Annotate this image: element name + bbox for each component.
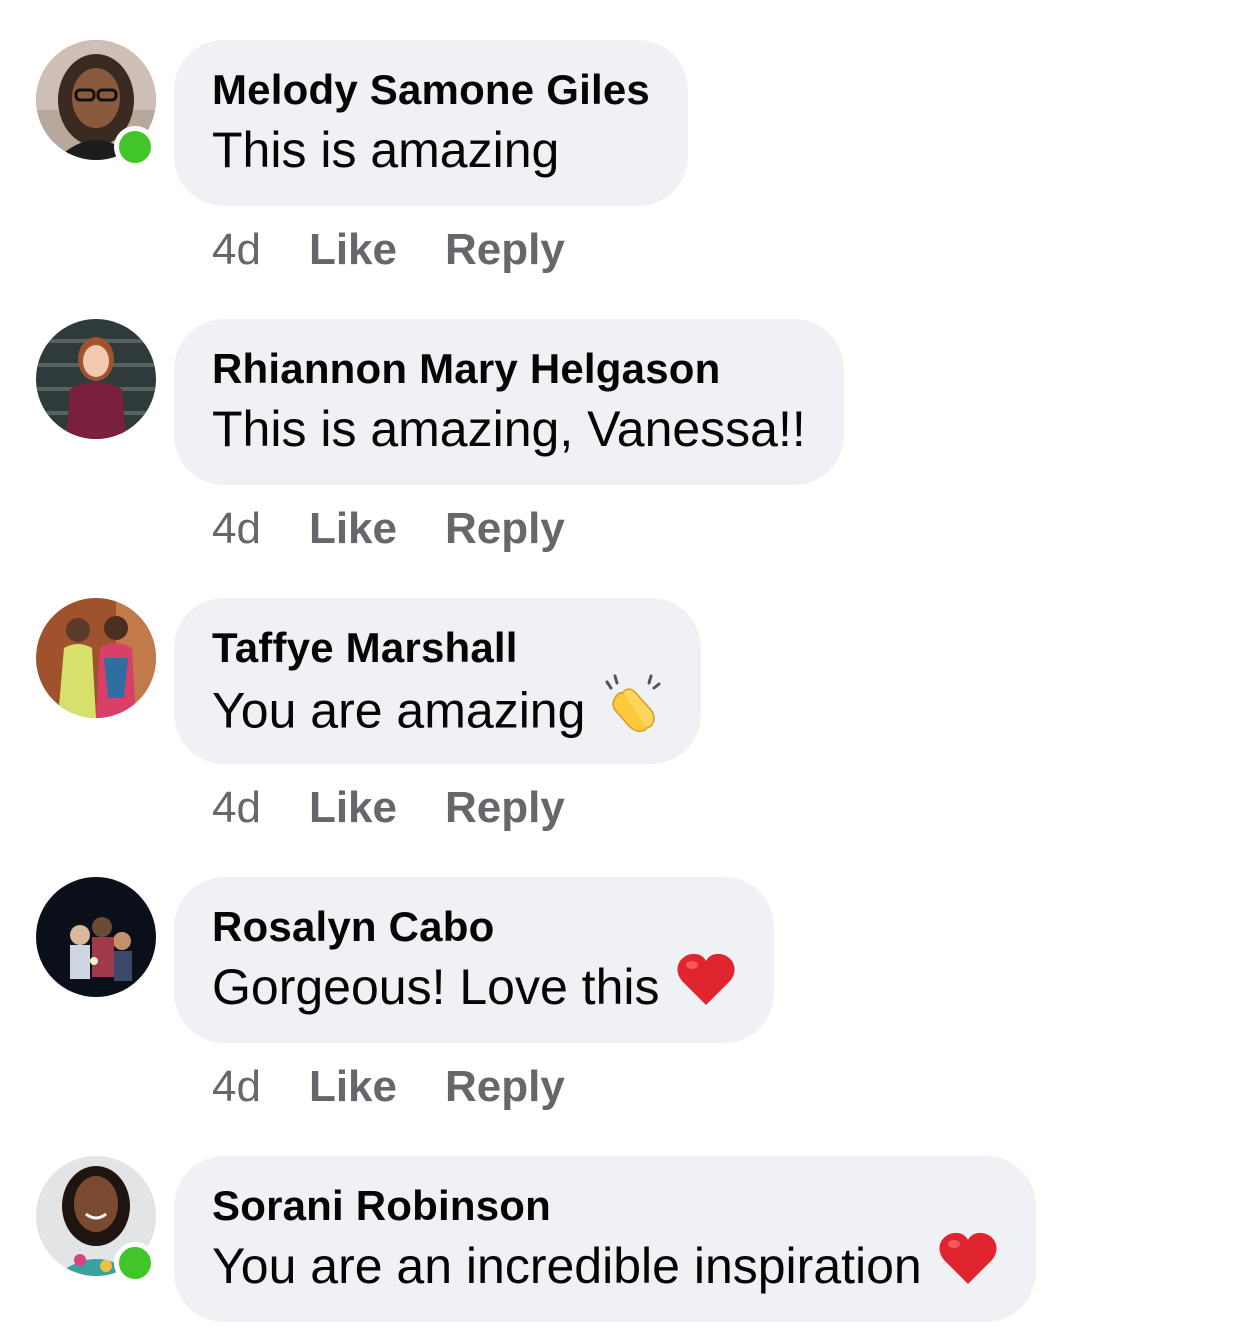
comment-bubble: Melody Samone Giles This is amazing [174,40,688,206]
comment-text: Gorgeous! Love this [212,954,736,1026]
reply-button[interactable]: Reply [445,503,565,555]
comment-author[interactable]: Rosalyn Cabo [212,901,736,953]
reply-button[interactable]: Reply [445,224,565,276]
online-status-indicator [114,1242,156,1284]
like-button[interactable]: Like [309,503,397,555]
like-button[interactable]: Like [309,224,397,276]
clapping-hands-icon [601,672,663,749]
comment-item: Rosalyn Cabo Gorgeous! Love this 4d Like R… [0,877,1242,1137]
comment-actions: 4d Like Reply [212,782,565,834]
online-status-indicator [114,126,156,168]
comment-timestamp[interactable]: 4d [212,1061,261,1113]
comment-text: You are amazing [212,674,663,753]
comment-item: Sorani Robinson You are an incredible in… [0,1156,1242,1341]
reply-button[interactable]: Reply [445,1061,565,1113]
comment-text: This is amazing, Vanessa!! [212,401,806,457]
comment-item: Taffye Marshall You are amazing 4d Like Re… [0,598,1242,858]
avatar[interactable] [36,877,156,997]
comment-timestamp[interactable]: 4d [212,224,261,276]
like-button[interactable]: Like [309,782,397,834]
comment-author[interactable]: Melody Samone Giles [212,64,650,116]
avatar[interactable] [36,319,156,439]
red-heart-icon [676,951,736,1022]
comment-timestamp[interactable]: 4d [212,782,261,834]
comment-text: This is amazing [212,122,560,178]
comment-author[interactable]: Sorani Robinson [212,1180,998,1232]
comment-item: Melody Samone Giles This is amazing 4d Li… [0,40,1242,300]
comment-actions: 4d Like Reply [212,1061,565,1113]
comment-text: You are an incredible inspiration [212,1233,998,1305]
comment-actions: 4d Like Reply [212,224,565,276]
red-heart-icon [938,1230,998,1301]
comment-text-content: You are an incredible inspiration [212,1238,922,1294]
comment-timestamp[interactable]: 4d [212,503,261,555]
reply-button[interactable]: Reply [445,782,565,834]
comment-item: Rhiannon Mary Helgason This is amazing, … [0,319,1242,579]
comment-bubble: Taffye Marshall You are amazing [174,598,702,764]
comment-bubble: Sorani Robinson You are an incredible in… [174,1156,1036,1322]
comment-bubble: Rhiannon Mary Helgason This is amazing, … [174,319,844,485]
avatar[interactable] [36,598,156,718]
comment-bubble: Rosalyn Cabo Gorgeous! Love this [174,877,774,1043]
comment-text-content: Gorgeous! Love this [212,959,660,1015]
comment-text-content: You are amazing [212,682,586,739]
comment-actions: 4d Like Reply [212,503,565,555]
like-button[interactable]: Like [309,1061,397,1113]
comment-author[interactable]: Taffye Marshall [212,622,663,674]
comment-author[interactable]: Rhiannon Mary Helgason [212,343,806,395]
